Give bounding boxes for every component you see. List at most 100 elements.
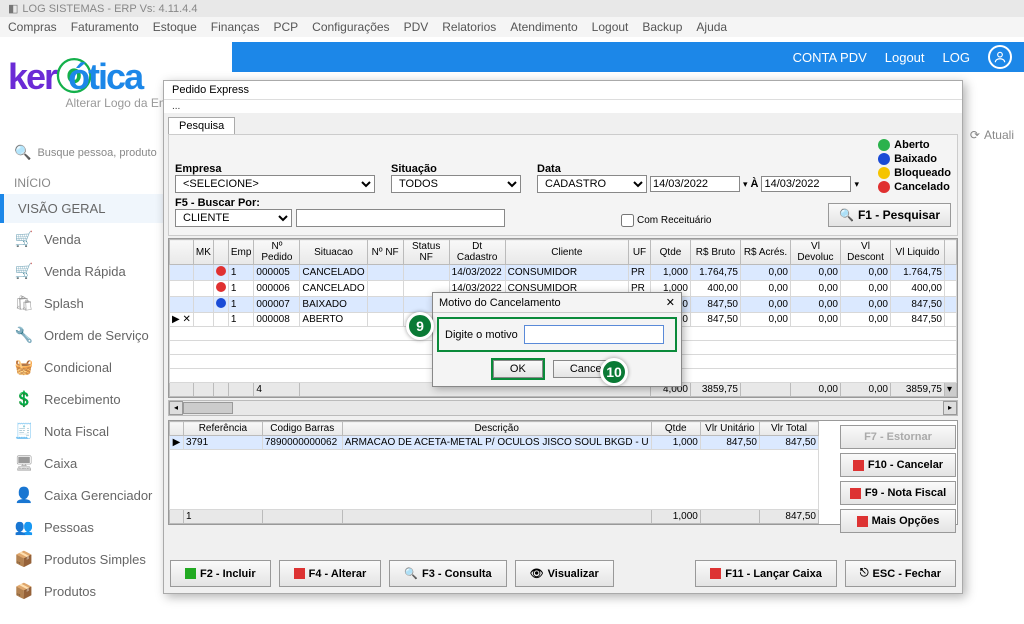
- scroll-right-icon[interactable]: ▸: [943, 401, 957, 415]
- dot-baixado-icon: [878, 153, 890, 165]
- buscar-por-select[interactable]: CLIENTE: [175, 209, 292, 227]
- buscar-input[interactable]: [296, 209, 505, 227]
- nota-fiscal-button[interactable]: F9 - Nota Fiscal: [840, 481, 956, 505]
- wrench-icon: 🔧: [14, 326, 34, 344]
- visualizar-button[interactable]: 👁Visualizar: [515, 560, 614, 587]
- splash-icon: 🛍: [14, 294, 34, 312]
- minus-icon: [853, 460, 864, 471]
- invoice-icon: 🧾: [14, 422, 34, 440]
- menu-pcp[interactable]: PCP: [273, 20, 298, 34]
- app-icon: ◧: [8, 2, 18, 15]
- scrollbar-thumb[interactable]: [183, 402, 233, 414]
- magnify-icon: 🔍: [404, 567, 418, 580]
- calendar-icon[interactable]: ▾: [743, 179, 748, 190]
- pesquisar-button[interactable]: 🔍 F1 - Pesquisar: [828, 203, 951, 227]
- bottom-toolbar: F2 - Incluir F4 - Alterar 🔍F3 - Consulta…: [170, 560, 956, 587]
- tab-pesquisa[interactable]: Pesquisa: [168, 117, 235, 134]
- ok-button[interactable]: OK: [493, 360, 543, 378]
- people-icon: 👥: [14, 518, 34, 536]
- user-avatar-icon[interactable]: [988, 45, 1012, 69]
- cash-icon: [710, 568, 721, 579]
- search-placeholder: Busque pessoa, produto: [37, 147, 156, 159]
- callout-9: 9: [406, 312, 434, 340]
- header-bar: CONTA PDV Logout LOG: [232, 42, 1024, 72]
- menu-relatorios[interactable]: Relatorios: [442, 20, 496, 34]
- incluir-button[interactable]: F2 - Incluir: [170, 560, 271, 587]
- lancar-caixa-button[interactable]: F11 - Lançar Caixa: [695, 560, 837, 587]
- window-titlebar: ◧ LOG SISTEMAS - ERP Vs: 4.11.4.4: [0, 0, 1024, 17]
- consulta-button[interactable]: 🔍F3 - Consulta: [389, 560, 506, 587]
- cancel-reason-dialog: Motivo do Cancelamento ✕ Digite o motivo…: [432, 292, 682, 387]
- plus-green-icon: [185, 568, 196, 579]
- search-icon: 🔍: [14, 144, 31, 161]
- plus-icon-2: [857, 516, 868, 527]
- fechar-button[interactable]: ⎋ESC - Fechar: [845, 560, 956, 587]
- receituario-checkbox[interactable]: [621, 214, 634, 227]
- menu-faturamento[interactable]: Faturamento: [71, 20, 139, 34]
- data-type-select[interactable]: CADASTRO: [537, 175, 647, 193]
- menubar: Compras Faturamento Estoque Finanças PCP…: [0, 17, 1024, 37]
- register-icon: 🖥: [14, 454, 34, 472]
- filter-panel: Empresa <SELECIONE> Situação TODOS Data …: [168, 134, 958, 236]
- menu-estoque[interactable]: Estoque: [153, 20, 197, 34]
- situacao-select[interactable]: TODOS: [391, 175, 521, 193]
- empresa-label: Empresa: [175, 163, 375, 175]
- date-to-input[interactable]: [761, 176, 851, 192]
- log-link[interactable]: LOG: [943, 50, 970, 65]
- manager-icon: 👤: [14, 486, 34, 504]
- detail-header-row: Referência Codigo Barras Descrição Qtde …: [170, 422, 819, 436]
- conta-pdv-link[interactable]: CONTA PDV: [793, 50, 867, 65]
- exit-icon: ⎋: [860, 567, 869, 580]
- money-icon: 💲: [14, 390, 34, 408]
- alterar-button[interactable]: F4 - Alterar: [279, 560, 382, 587]
- search-glass-icon: 🔍: [839, 208, 854, 222]
- dot-cancelado-icon: [878, 181, 890, 193]
- menu-pdv[interactable]: PDV: [404, 20, 429, 34]
- empresa-select[interactable]: <SELECIONE>: [175, 175, 375, 193]
- table-row[interactable]: 1000005CANCELADO14/03/2022CONSUMIDORPR1,…: [170, 265, 957, 281]
- scroll-left-icon[interactable]: ◂: [169, 401, 183, 415]
- detail-row[interactable]: ▶ 3791 7890000000062 ARMACAO DE ACETA-ME…: [170, 436, 819, 450]
- dialog-title: Motivo do Cancelamento: [439, 297, 561, 309]
- dot-bloqueado-icon: [878, 167, 890, 179]
- menu-configuracoes[interactable]: Configurações: [312, 20, 389, 34]
- estornar-button[interactable]: F7 - Estornar: [840, 425, 956, 449]
- menu-logout[interactable]: Logout: [592, 20, 629, 34]
- status-legend: Aberto Baixado Bloqueado Cancelado: [878, 139, 951, 193]
- callout-10: 10: [600, 358, 628, 386]
- date-from-input[interactable]: [650, 176, 740, 192]
- situacao-label: Situação: [391, 163, 521, 175]
- menu-financas[interactable]: Finanças: [211, 20, 260, 34]
- grid-h-scrollbar[interactable]: ◂ ▸: [168, 400, 958, 416]
- menu-compras[interactable]: Compras: [8, 20, 57, 34]
- buscar-label: F5 - Buscar Por:: [175, 197, 505, 209]
- menu-atendimento[interactable]: Atendimento: [510, 20, 577, 34]
- motivo-input[interactable]: [524, 325, 664, 344]
- window-title: LOG SISTEMAS - ERP Vs: 4.11.4.4: [22, 3, 197, 15]
- refresh-icon: ⟳: [970, 128, 980, 142]
- cancelar-button[interactable]: F10 - Cancelar: [840, 453, 956, 477]
- grid-header-row: MK Emp Nº Pedido Situacao Nº NF Status N…: [170, 240, 957, 265]
- detail-footer: 1 1,000 847,50: [170, 510, 819, 524]
- menu-ajuda[interactable]: Ajuda: [696, 20, 727, 34]
- motivo-label: Digite o motivo: [445, 329, 518, 341]
- cart-icon: 🛒: [14, 230, 34, 248]
- box-icon: 📦: [14, 550, 34, 568]
- modal-subtitle: ...: [164, 100, 962, 113]
- scroll-down-icon[interactable]: ▾: [945, 383, 957, 397]
- calendar-icon-2[interactable]: ▾: [854, 179, 859, 190]
- refresh-button[interactable]: ⟳ Atuali: [970, 128, 1014, 142]
- tab-row: Pesquisa: [164, 113, 962, 134]
- dot-aberto-icon: [878, 139, 890, 151]
- logout-link[interactable]: Logout: [885, 50, 925, 65]
- eye-icon: 👁: [530, 567, 544, 580]
- edit-icon: [294, 568, 305, 579]
- mais-opcoes-button[interactable]: Mais Opções: [840, 509, 956, 533]
- sidebar-heading-visao: VISÃO GERAL: [18, 201, 105, 216]
- modal-title: Pedido Express: [164, 81, 962, 100]
- plus-icon: [850, 488, 861, 499]
- boxes-icon: 📦: [14, 582, 34, 600]
- menu-backup[interactable]: Backup: [642, 20, 682, 34]
- bag-icon: 🧺: [14, 358, 34, 376]
- close-icon[interactable]: ✕: [666, 296, 675, 309]
